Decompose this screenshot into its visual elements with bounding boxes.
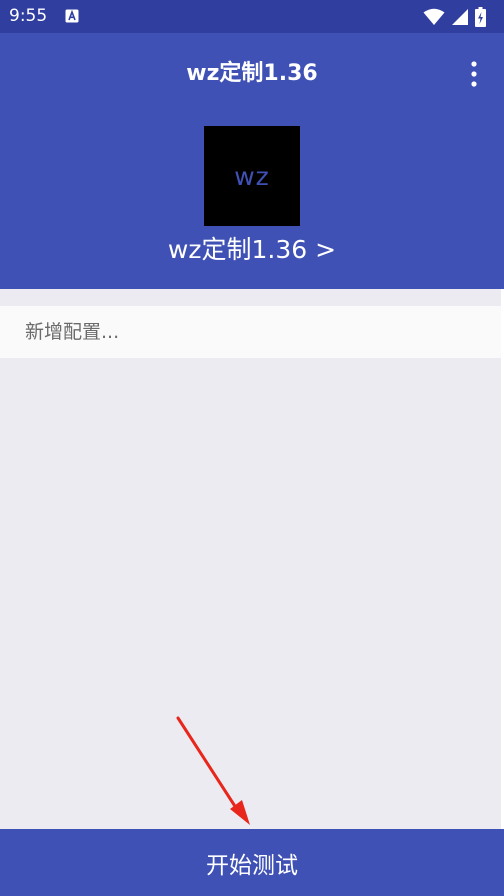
app-bar: wz定制1.36 wz wz定制1.36 > [0, 33, 504, 289]
add-config-label: 新增配置... [25, 321, 120, 343]
signal-icon [452, 9, 468, 25]
status-icons [423, 7, 486, 27]
a-badge-icon [65, 9, 79, 23]
wifi-icon [423, 8, 445, 25]
start-test-button[interactable]: 开始测试 [0, 829, 504, 896]
logo-text: wz [234, 161, 270, 191]
start-test-label: 开始测试 [206, 852, 298, 879]
add-config-item[interactable]: 新增配置... [0, 306, 501, 358]
more-vert-icon[interactable] [462, 59, 486, 89]
annotation-arrow-icon [176, 716, 250, 825]
status-time: 9:55 [9, 6, 48, 26]
app-logo: wz [204, 126, 300, 226]
status-bar: 9:55 [0, 0, 504, 33]
battery-charging-icon [475, 7, 486, 27]
app-title: wz定制1.36 [186, 61, 318, 86]
profile-link[interactable]: wz定制1.36 > [0, 233, 504, 267]
